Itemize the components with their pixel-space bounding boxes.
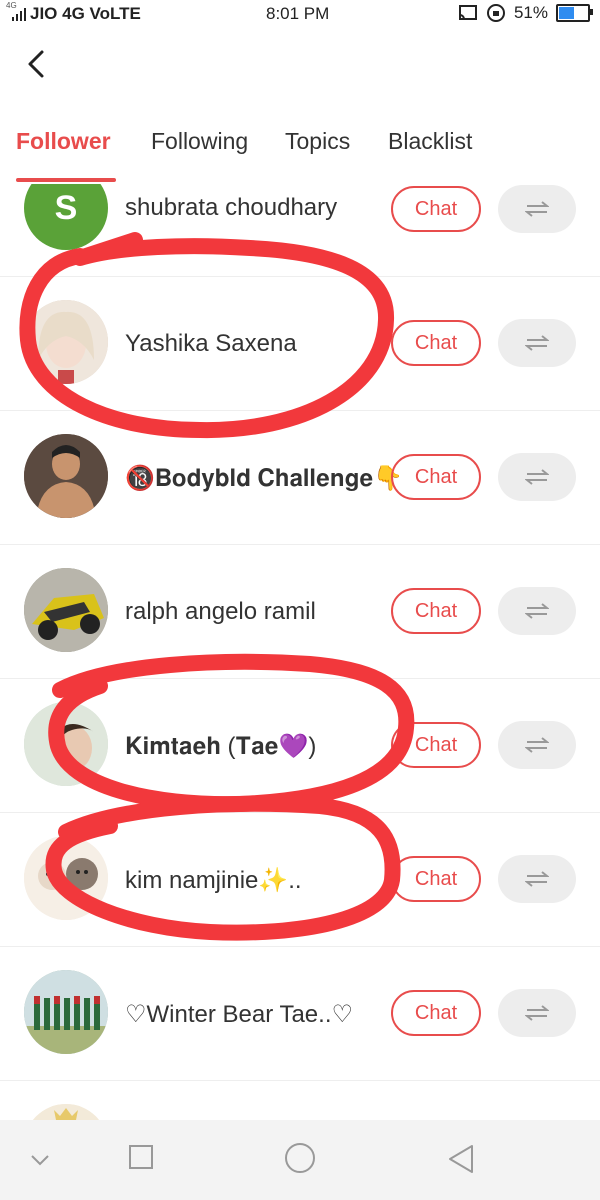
status-right: 51% (458, 3, 593, 23)
chat-button[interactable]: Chat (391, 588, 481, 634)
swap-button[interactable] (498, 855, 576, 903)
swap-button[interactable] (498, 721, 576, 769)
circle-icon[interactable] (284, 1142, 316, 1174)
avatar-image (24, 702, 108, 786)
avatar[interactable] (24, 568, 108, 652)
chat-button[interactable]: Chat (391, 722, 481, 768)
cast-icon (458, 5, 477, 20)
avatar-image (24, 836, 108, 920)
follower-name[interactable]: shubrata choudhary (125, 194, 337, 222)
avatar-image (24, 434, 108, 518)
swap-arrows-icon (525, 871, 549, 887)
list-item[interactable]: S shubrata choudhary Chat (0, 184, 600, 277)
avatar-image (24, 970, 108, 1054)
chevron-down-icon[interactable] (28, 1148, 52, 1172)
chat-button[interactable]: Chat (391, 990, 481, 1036)
swap-button[interactable] (498, 587, 576, 635)
chat-button[interactable]: Chat (391, 320, 481, 366)
back-button[interactable] (18, 42, 58, 86)
follower-name[interactable]: kim namjinie✨.. (125, 866, 302, 895)
swap-arrows-icon (525, 603, 549, 619)
follower-name[interactable]: 𝐊𝐢𝐦𝐭𝐚𝐞𝐡 (𝐓𝐚𝐞💜) (125, 732, 316, 761)
list-item[interactable]: ralph angelo ramil Chat (0, 544, 600, 679)
follower-name[interactable]: ♡Winter Bear Tae..♡ (125, 1000, 353, 1029)
follower-name[interactable]: 🔞𝐁𝐨𝐝𝐲𝐛𝐥𝐝 𝐂𝐡𝐚𝐥𝐥𝐞𝐧𝐠𝐞👇 (125, 464, 403, 493)
follower-list[interactable]: S shubrata choudhary Chat Yashika Saxena… (0, 184, 600, 1120)
chevron-left-icon (28, 50, 44, 78)
square-icon[interactable] (128, 1144, 154, 1170)
avatar[interactable] (24, 970, 108, 1054)
avatar[interactable] (24, 702, 108, 786)
follower-name[interactable]: ralph angelo ramil (125, 598, 316, 626)
tab-follower[interactable]: Follower (16, 128, 111, 155)
swap-arrows-icon (525, 335, 549, 351)
tab-blacklist[interactable]: Blacklist (388, 128, 472, 155)
list-item[interactable]: 𝐊𝐢𝐦𝐭𝐚𝐞𝐡 (𝐓𝐚𝐞💜) Chat (0, 678, 600, 813)
swap-button[interactable] (498, 185, 576, 233)
triangle-back-icon[interactable] (446, 1144, 474, 1174)
swap-arrows-icon (525, 1005, 549, 1021)
avatar[interactable] (24, 1104, 108, 1120)
rotation-lock-icon (486, 4, 505, 22)
avatar[interactable]: S (24, 184, 108, 250)
swap-arrows-icon (525, 469, 549, 485)
status-bar: 4G JIO 4G VoLTE 8:01 PM 51% (0, 0, 600, 30)
carrier-label: JIO 4G VoLTE (30, 4, 141, 23)
follower-name[interactable]: Yashika Saxena (125, 330, 297, 358)
list-item[interactable]: ♡Winter Bear Tae..♡ Chat (0, 946, 600, 1081)
avatar[interactable] (24, 836, 108, 920)
chat-button[interactable]: Chat (391, 186, 481, 232)
avatar-image (24, 1104, 108, 1120)
avatar-image (24, 300, 108, 384)
network-tag: 4G (6, 1, 17, 10)
swap-button[interactable] (498, 319, 576, 367)
system-nav-bar (0, 1120, 600, 1200)
list-item[interactable]: Yashika Saxena Chat (0, 276, 600, 411)
avatar[interactable] (24, 434, 108, 518)
battery-percent: 51% (513, 3, 548, 22)
tab-following[interactable]: Following (151, 128, 248, 155)
swap-button[interactable] (498, 453, 576, 501)
swap-arrows-icon (525, 737, 549, 753)
avatar[interactable] (24, 300, 108, 384)
swap-arrows-icon (525, 201, 549, 217)
tab-bar: Follower Following Topics Blacklist (0, 118, 600, 184)
list-item[interactable]: 🔞𝐁𝐨𝐝𝐲𝐛𝐥𝐝 𝐂𝐡𝐚𝐥𝐥𝐞𝐧𝐠𝐞👇 Chat (0, 410, 600, 545)
active-tab-indicator (16, 178, 116, 182)
swap-button[interactable] (498, 989, 576, 1037)
clock: 8:01 PM (266, 4, 330, 23)
list-item[interactable] (0, 1080, 600, 1120)
chat-button[interactable]: Chat (391, 856, 481, 902)
status-left: 4G JIO 4G VoLTE (6, 1, 141, 24)
battery-icon (556, 4, 593, 22)
avatar-image (24, 568, 108, 652)
chat-button[interactable]: Chat (391, 454, 481, 500)
tab-topics[interactable]: Topics (285, 128, 350, 155)
list-item[interactable]: kim namjinie✨.. Chat (0, 812, 600, 947)
